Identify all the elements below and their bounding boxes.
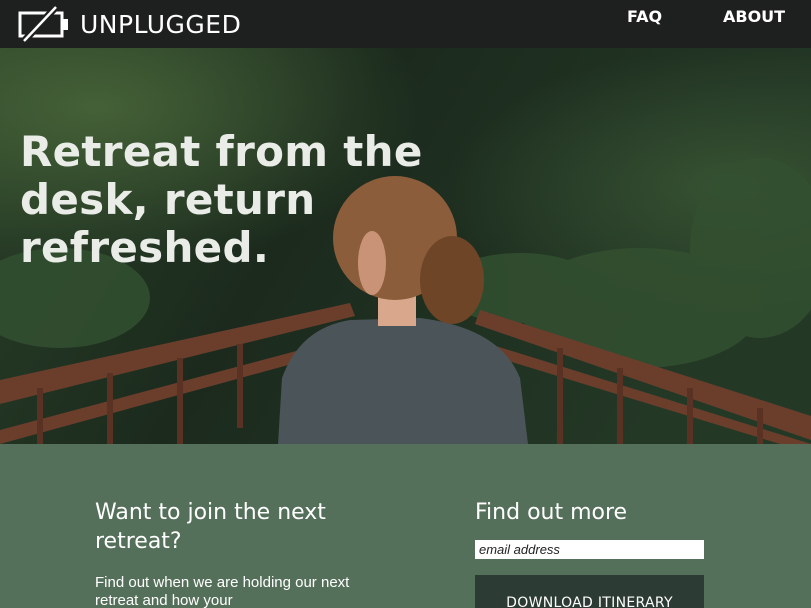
battery-unplugged-icon	[18, 6, 68, 42]
email-field[interactable]	[475, 540, 704, 559]
top-nav: UNPLUGGED FAQ ABOUT	[0, 0, 811, 48]
hero: Retreat from the desk, return refreshed.	[0, 48, 811, 444]
page: UNPLUGGED FAQ ABOUT Retreat from the des…	[0, 0, 811, 608]
brand-logo-link[interactable]: UNPLUGGED	[18, 0, 241, 48]
brand-name: UNPLUGGED	[80, 9, 242, 39]
join-retreat-block: Want to join the next retreat? Find out …	[95, 498, 395, 608]
download-itinerary-button[interactable]: DOWNLOAD ITINERARY	[475, 575, 704, 608]
nav-item-faq[interactable]: FAQ	[627, 0, 662, 36]
hero-title: Retreat from the desk, return refreshed.	[20, 127, 423, 272]
find-out-more-block: Find out more DOWNLOAD ITINERARY	[475, 498, 715, 608]
cta-section: Want to join the next retreat? Find out …	[0, 444, 811, 608]
join-retreat-heading: Want to join the next retreat?	[95, 500, 326, 554]
join-retreat-text: Find out when we are holding our next re…	[95, 574, 350, 608]
nav-item-about[interactable]: ABOUT	[723, 0, 785, 36]
find-out-more-heading: Find out more	[475, 500, 628, 525]
